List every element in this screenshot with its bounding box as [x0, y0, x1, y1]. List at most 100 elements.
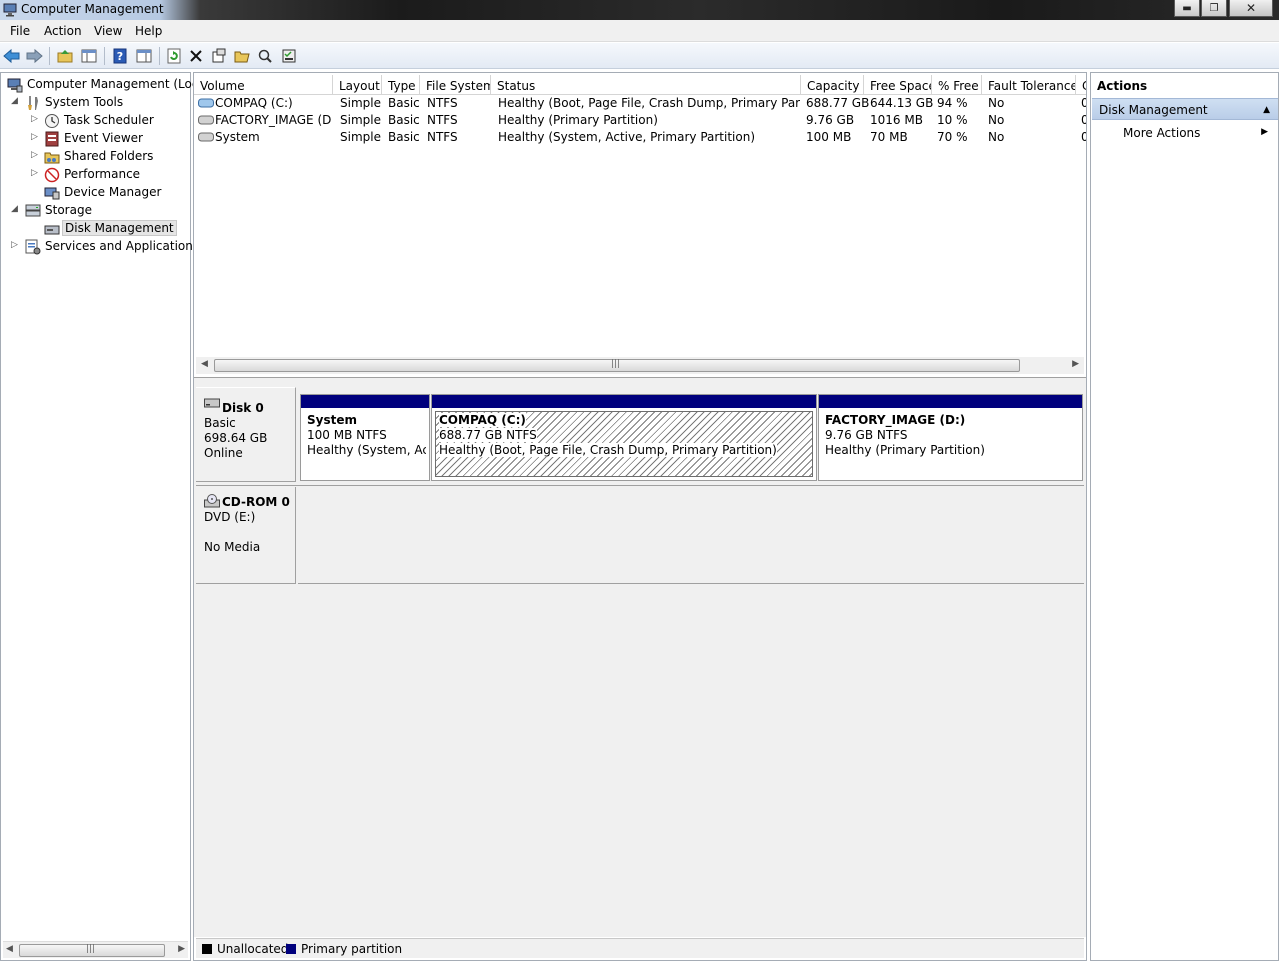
- disk-settings-button[interactable]: [280, 47, 298, 65]
- magnifier-icon: [258, 49, 272, 63]
- column-header-percent-free[interactable]: % Free: [932, 75, 982, 95]
- volume-overhead: 0: [1081, 96, 1086, 110]
- show-hide-console-tree-button[interactable]: [80, 47, 98, 65]
- column-header-layout[interactable]: Layout: [333, 75, 382, 95]
- partition-system[interactable]: System 100 MB NTFS Healthy (System, Acti…: [300, 394, 430, 481]
- disk-divider: [196, 485, 1084, 486]
- column-header-free-space[interactable]: Free Space: [864, 75, 932, 95]
- menu-file[interactable]: File: [10, 24, 30, 38]
- disk-0-label[interactable]: Disk 0 Basic 698.64 GB Online: [196, 387, 296, 482]
- partition-factory-image-d[interactable]: FACTORY_IMAGE (D:) 9.76 GB NTFS Healthy …: [818, 394, 1083, 481]
- column-header-status[interactable]: Status: [491, 75, 801, 95]
- volume-fault-tolerance: No: [988, 96, 1005, 110]
- legend-unallocated: Unallocated: [217, 942, 289, 956]
- tree-horizontal-scrollbar[interactable]: ◀ ||| ▶: [3, 941, 188, 958]
- column-header-file-system[interactable]: File System: [420, 75, 491, 95]
- table-row[interactable]: FACTORY_IMAGE (D:) Simple Basic NTFS Hea…: [194, 112, 1086, 129]
- help-button[interactable]: ?: [111, 47, 129, 65]
- close-window-button[interactable]: ✕: [1229, 0, 1273, 17]
- expand-arrow-icon[interactable]: ▷: [31, 168, 38, 178]
- collapse-up-icon[interactable]: ▲: [1263, 105, 1270, 115]
- show-hide-action-pane-button[interactable]: [135, 47, 153, 65]
- submenu-arrow-icon[interactable]: ▶: [1261, 127, 1268, 137]
- column-header-type[interactable]: Type: [382, 75, 420, 95]
- scroll-right-icon[interactable]: ▶: [1072, 359, 1079, 369]
- up-one-level-button[interactable]: [56, 47, 74, 65]
- tree-item-performance[interactable]: ▷ Performance: [1, 166, 190, 184]
- toolbar: ?: [0, 43, 1279, 69]
- actions-title: Actions: [1097, 79, 1148, 93]
- menu-view[interactable]: View: [94, 24, 122, 38]
- volume-overhead: 0: [1081, 130, 1086, 144]
- tree-item-shared-folders[interactable]: ▷ Shared Folders: [1, 148, 190, 166]
- open-button[interactable]: [233, 47, 251, 65]
- expand-arrow-icon[interactable]: ▷: [31, 114, 38, 124]
- maximize-button[interactable]: ❐: [1201, 0, 1227, 17]
- column-header-overhead[interactable]: C: [1076, 75, 1086, 95]
- restore-icon: ❐: [1209, 2, 1219, 14]
- volume-type: Basic: [388, 113, 420, 127]
- scroll-left-icon[interactable]: ◀: [6, 944, 13, 954]
- title-bar[interactable]: Computer Management ▬ ❐ ✕: [0, 0, 1279, 20]
- tree-item-device-manager[interactable]: Device Manager: [1, 184, 190, 202]
- close-icon: ✕: [1245, 1, 1257, 15]
- scroll-thumb[interactable]: |||: [19, 944, 165, 957]
- tree-item-storage[interactable]: ◢ Storage: [1, 202, 190, 220]
- partition-status: Healthy (System, Activ: [307, 443, 426, 457]
- column-header-fault-tolerance[interactable]: Fault Tolerance: [982, 75, 1076, 95]
- partition-body: FACTORY_IMAGE (D:) 9.76 GB NTFS Healthy …: [822, 411, 1079, 477]
- explore-button[interactable]: [256, 47, 274, 65]
- partition-status-wrap: Healthy (Boot, Page File, Crash Dump, Pr…: [439, 443, 777, 457]
- scroll-right-icon[interactable]: ▶: [178, 944, 185, 954]
- refresh-button[interactable]: [165, 47, 183, 65]
- scroll-left-icon[interactable]: ◀: [201, 359, 208, 369]
- actions-pane: Actions Disk Management ▲ More Actions ▶: [1090, 72, 1279, 961]
- computer-management-icon: [3, 3, 17, 17]
- partition-name: System: [307, 413, 357, 427]
- column-header-capacity[interactable]: Capacity: [801, 75, 864, 95]
- expand-arrow-icon[interactable]: ▷: [31, 132, 38, 142]
- scroll-thumb[interactable]: |||: [214, 359, 1020, 372]
- tree-root[interactable]: Computer Management (Local: [1, 76, 209, 94]
- column-header-volume[interactable]: Volume: [194, 75, 333, 95]
- toolbar-separator: [49, 47, 50, 65]
- legend-bar: Unallocated Primary partition: [196, 938, 1084, 958]
- partition-compaq-c[interactable]: COMPAQ (C:) 688.77 GB NTFS Healthy (Boot…: [431, 394, 817, 481]
- services-icon: [25, 239, 41, 255]
- table-row[interactable]: System Simple Basic NTFS Healthy (System…: [194, 129, 1086, 146]
- disk-kind: Basic: [204, 416, 236, 430]
- expand-arrow-icon[interactable]: ▷: [31, 150, 38, 160]
- tree-item-event-viewer[interactable]: ▷ Event Viewer: [1, 130, 190, 148]
- tree-item-task-scheduler[interactable]: ▷ Task Scheduler: [1, 112, 190, 130]
- minimize-button[interactable]: ▬: [1174, 0, 1200, 17]
- tools-icon: [28, 96, 38, 110]
- back-button[interactable]: [3, 47, 21, 65]
- delete-button[interactable]: [187, 47, 205, 65]
- tree-item-disk-management[interactable]: Disk Management: [1, 220, 190, 238]
- help-icon: ?: [113, 48, 127, 64]
- table-row[interactable]: COMPAQ (C:) Simple Basic NTFS Healthy (B…: [194, 95, 1086, 112]
- actions-group-label: Disk Management: [1099, 103, 1208, 117]
- properties-button[interactable]: [210, 47, 228, 65]
- disk-graphical-view: Disk 0 Basic 698.64 GB Online System 100…: [194, 383, 1086, 937]
- event-viewer-icon: [45, 131, 59, 147]
- expand-arrow-icon[interactable]: ▷: [11, 240, 18, 250]
- volume-list-horizontal-scrollbar[interactable]: ◀ ||| ▶: [196, 357, 1084, 374]
- minimize-icon: ▬: [1182, 2, 1192, 14]
- volume-percent-free: 70 %: [937, 130, 968, 144]
- cdrom-0-label[interactable]: CD-ROM 0 DVD (E:) No Media: [196, 487, 296, 584]
- expand-triangle-icon[interactable]: ◢: [11, 96, 18, 106]
- tree-item-services-and-applications[interactable]: ▷ Services and Applications: [1, 238, 199, 256]
- grip-icon: |||: [86, 944, 96, 954]
- volume-capacity: 688.77 GB: [806, 96, 870, 110]
- volume-type: Basic: [388, 96, 420, 110]
- menu-action[interactable]: Action: [44, 24, 82, 38]
- tree-item-system-tools[interactable]: ◢ System Tools: [1, 94, 190, 112]
- volume-percent-free: 10 %: [937, 113, 968, 127]
- more-actions-link[interactable]: More Actions: [1123, 126, 1200, 140]
- expand-triangle-icon[interactable]: ◢: [11, 204, 18, 214]
- forward-button[interactable]: [25, 47, 43, 65]
- volume-free-space: 70 MB: [870, 130, 908, 144]
- menu-help[interactable]: Help: [135, 24, 162, 38]
- actions-group-disk-management[interactable]: Disk Management ▲: [1092, 98, 1278, 120]
